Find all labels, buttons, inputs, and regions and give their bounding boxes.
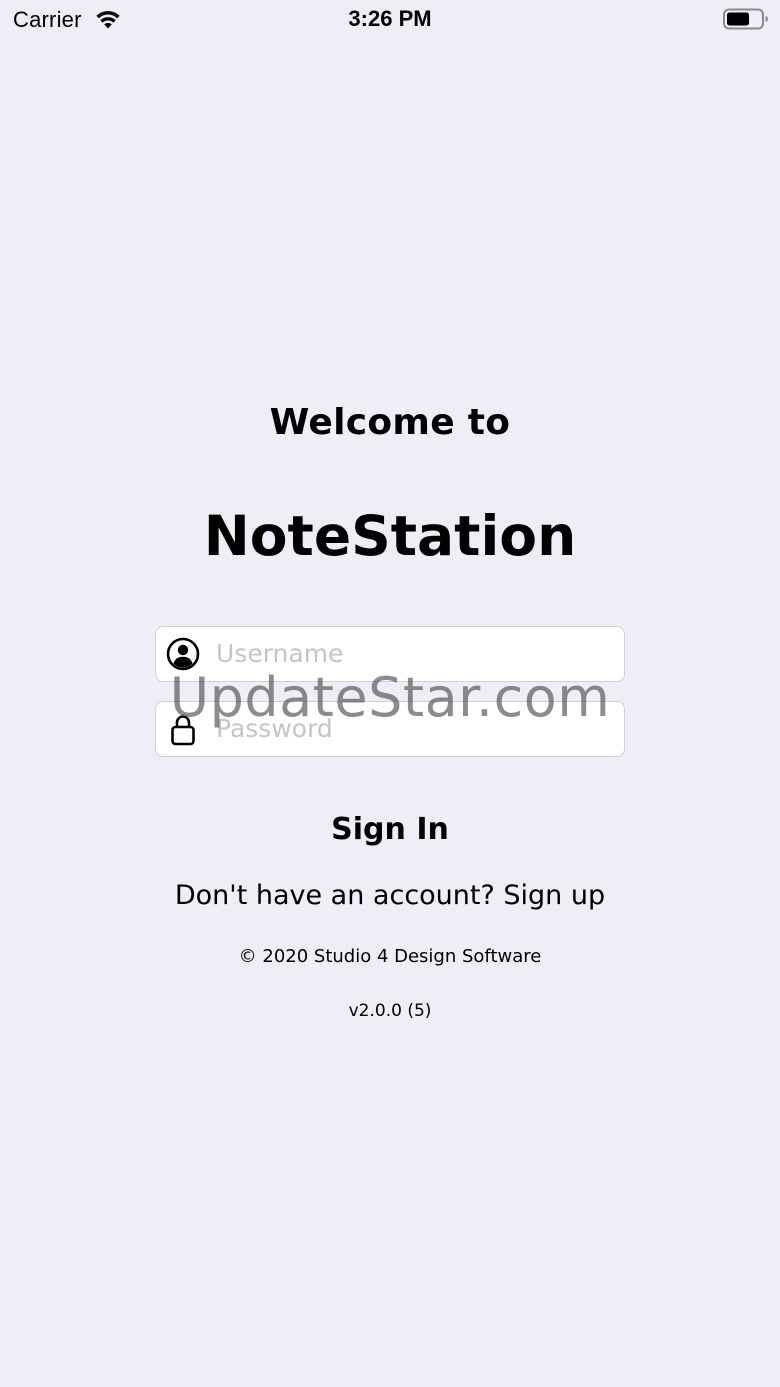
person-circle-icon — [166, 637, 200, 671]
copyright-text: © 2020 Studio 4 Design Software — [238, 946, 542, 967]
password-input[interactable] — [216, 702, 616, 755]
username-input[interactable] — [216, 627, 616, 680]
sign-up-link[interactable]: Don't have an account? Sign up — [0, 880, 780, 911]
status-bar: Carrier 3:26 PM — [0, 0, 780, 40]
welcome-heading: Welcome to — [269, 402, 511, 443]
password-field[interactable] — [155, 701, 625, 757]
battery-icon — [723, 8, 768, 30]
lock-icon — [171, 715, 195, 746]
app-name-title: NoteStation — [203, 504, 577, 568]
username-field[interactable] — [155, 626, 625, 682]
status-time: 3:26 PM — [348, 6, 432, 31]
sign-in-button[interactable]: Sign In — [0, 812, 780, 847]
version-text: v2.0.0 (5) — [348, 1001, 432, 1021]
